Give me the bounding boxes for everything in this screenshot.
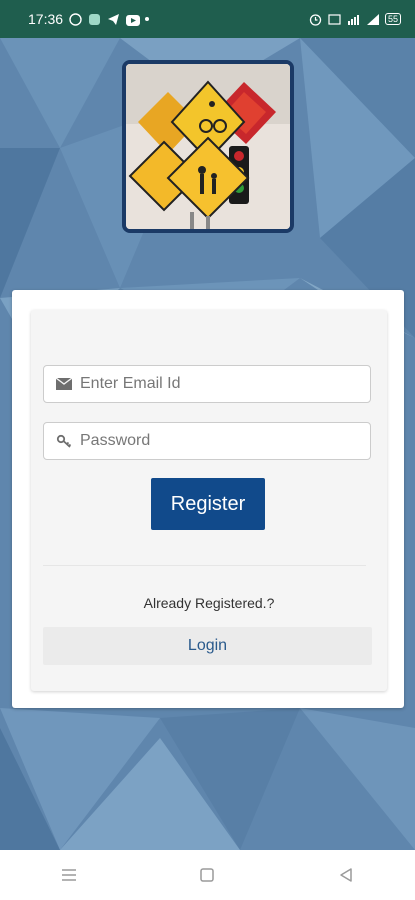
key-icon: [56, 433, 72, 449]
telegram-icon: [107, 13, 120, 26]
envelope-icon: [56, 376, 72, 392]
email-field[interactable]: [43, 365, 371, 403]
password-input[interactable]: [80, 432, 340, 450]
password-field[interactable]: [43, 422, 371, 460]
whatsapp-icon: [69, 12, 82, 26]
chat-app-icon: [88, 13, 101, 26]
email-input[interactable]: [80, 375, 340, 393]
register-button[interactable]: Register: [151, 478, 265, 530]
wifi-signal-icon: [347, 13, 360, 26]
home-icon[interactable]: [187, 860, 227, 890]
notification-dot-icon: [145, 17, 150, 21]
divider: [43, 565, 366, 566]
battery-icon: 55: [384, 13, 401, 25]
status-time: 17:36: [28, 11, 64, 27]
back-icon[interactable]: [326, 860, 366, 890]
road-signs-logo-icon: [126, 64, 290, 229]
menu-icon[interactable]: [49, 860, 89, 890]
navigation-bar: [0, 850, 415, 900]
alarm-icon: [309, 13, 322, 26]
youtube-icon: [126, 13, 141, 26]
status-bar: 17:36 55: [0, 0, 415, 38]
cell-signal-icon: [366, 13, 379, 26]
register-card: Register Already Registered.? Login: [12, 290, 404, 708]
volte-icon: [328, 13, 341, 26]
register-form: Register Already Registered.? Login: [31, 310, 387, 691]
already-registered-text: Already Registered.?: [143, 595, 275, 611]
app-logo: [122, 60, 294, 233]
login-button[interactable]: Login: [43, 627, 372, 665]
